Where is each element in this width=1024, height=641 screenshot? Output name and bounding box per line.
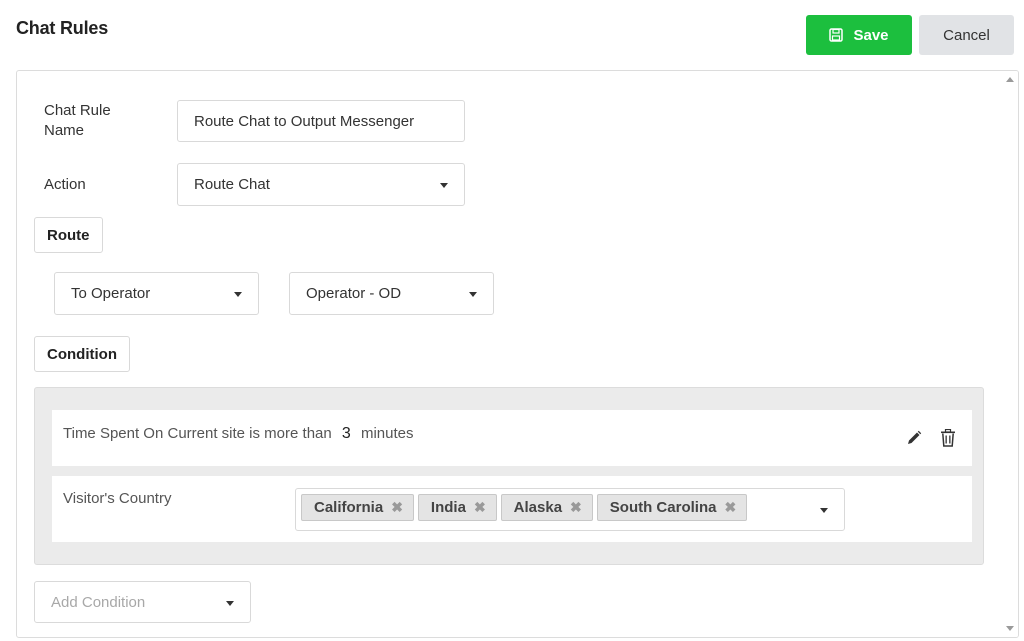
- country-tag: India ✖: [417, 494, 497, 521]
- time-condition-row: Time Spent On Current site is more than …: [52, 410, 972, 466]
- action-label: Action: [44, 176, 86, 193]
- visitor-country-label: Visitor's Country: [63, 490, 172, 507]
- country-tags: California ✖ India ✖ Alaska ✖ South Caro…: [301, 494, 748, 521]
- save-button[interactable]: Save: [806, 15, 912, 55]
- country-tag: South Carolina ✖: [596, 494, 748, 521]
- scroll-up-arrow-icon[interactable]: [1006, 77, 1014, 82]
- route-operator-select[interactable]: Operator - OD: [289, 272, 494, 315]
- country-multiselect[interactable]: California ✖ India ✖ Alaska ✖ South Caro…: [295, 488, 845, 531]
- remove-tag-icon[interactable]: ✖: [391, 499, 403, 516]
- floppy-disk-icon: [829, 28, 844, 42]
- rule-name-input[interactable]: [177, 100, 465, 142]
- add-condition-select[interactable]: Add Condition: [34, 581, 251, 623]
- action-select[interactable]: Route Chat: [177, 163, 465, 206]
- save-button-label: Save: [853, 26, 889, 44]
- route-target-value: To Operator: [71, 285, 151, 302]
- chevron-down-icon: [440, 183, 448, 188]
- country-condition-row: Visitor's Country California ✖ India ✖ A…: [52, 476, 972, 542]
- chevron-down-icon: [234, 292, 242, 297]
- chevron-down-icon: [820, 508, 828, 513]
- route-section-label: Route: [34, 217, 103, 253]
- remove-tag-icon[interactable]: ✖: [724, 499, 736, 516]
- country-tag: Alaska ✖: [500, 494, 593, 521]
- rule-name-label: Chat Rule Name: [44, 102, 111, 139]
- cancel-button[interactable]: Cancel: [919, 15, 1014, 55]
- time-condition-prefix: Time Spent On Current site is more than: [63, 425, 332, 442]
- time-condition-value: 3: [341, 425, 351, 442]
- time-condition-text: Time Spent On Current site is more than …: [63, 425, 414, 443]
- action-select-value: Route Chat: [194, 176, 270, 193]
- trash-icon[interactable]: [940, 429, 956, 447]
- page-title: Chat Rules: [16, 18, 109, 38]
- remove-tag-icon[interactable]: ✖: [474, 499, 486, 516]
- condition-section-label: Condition: [34, 336, 130, 372]
- time-condition-suffix: minutes: [360, 425, 414, 442]
- chevron-down-icon: [469, 292, 477, 297]
- pencil-icon[interactable]: [906, 430, 922, 446]
- remove-tag-icon[interactable]: ✖: [570, 499, 582, 516]
- conditions-container: Time Spent On Current site is more than …: [34, 387, 984, 565]
- scroll-down-arrow-icon[interactable]: [1006, 626, 1014, 631]
- rule-form-panel: Chat Rule Name Action Route Chat Route T…: [16, 70, 1019, 638]
- add-condition-placeholder: Add Condition: [51, 593, 146, 611]
- country-tag: California ✖: [301, 494, 414, 521]
- vertical-scrollbar[interactable]: [1002, 71, 1018, 637]
- route-target-select[interactable]: To Operator: [54, 272, 259, 315]
- chevron-down-icon: [226, 601, 234, 606]
- route-operator-value: Operator - OD: [306, 285, 402, 302]
